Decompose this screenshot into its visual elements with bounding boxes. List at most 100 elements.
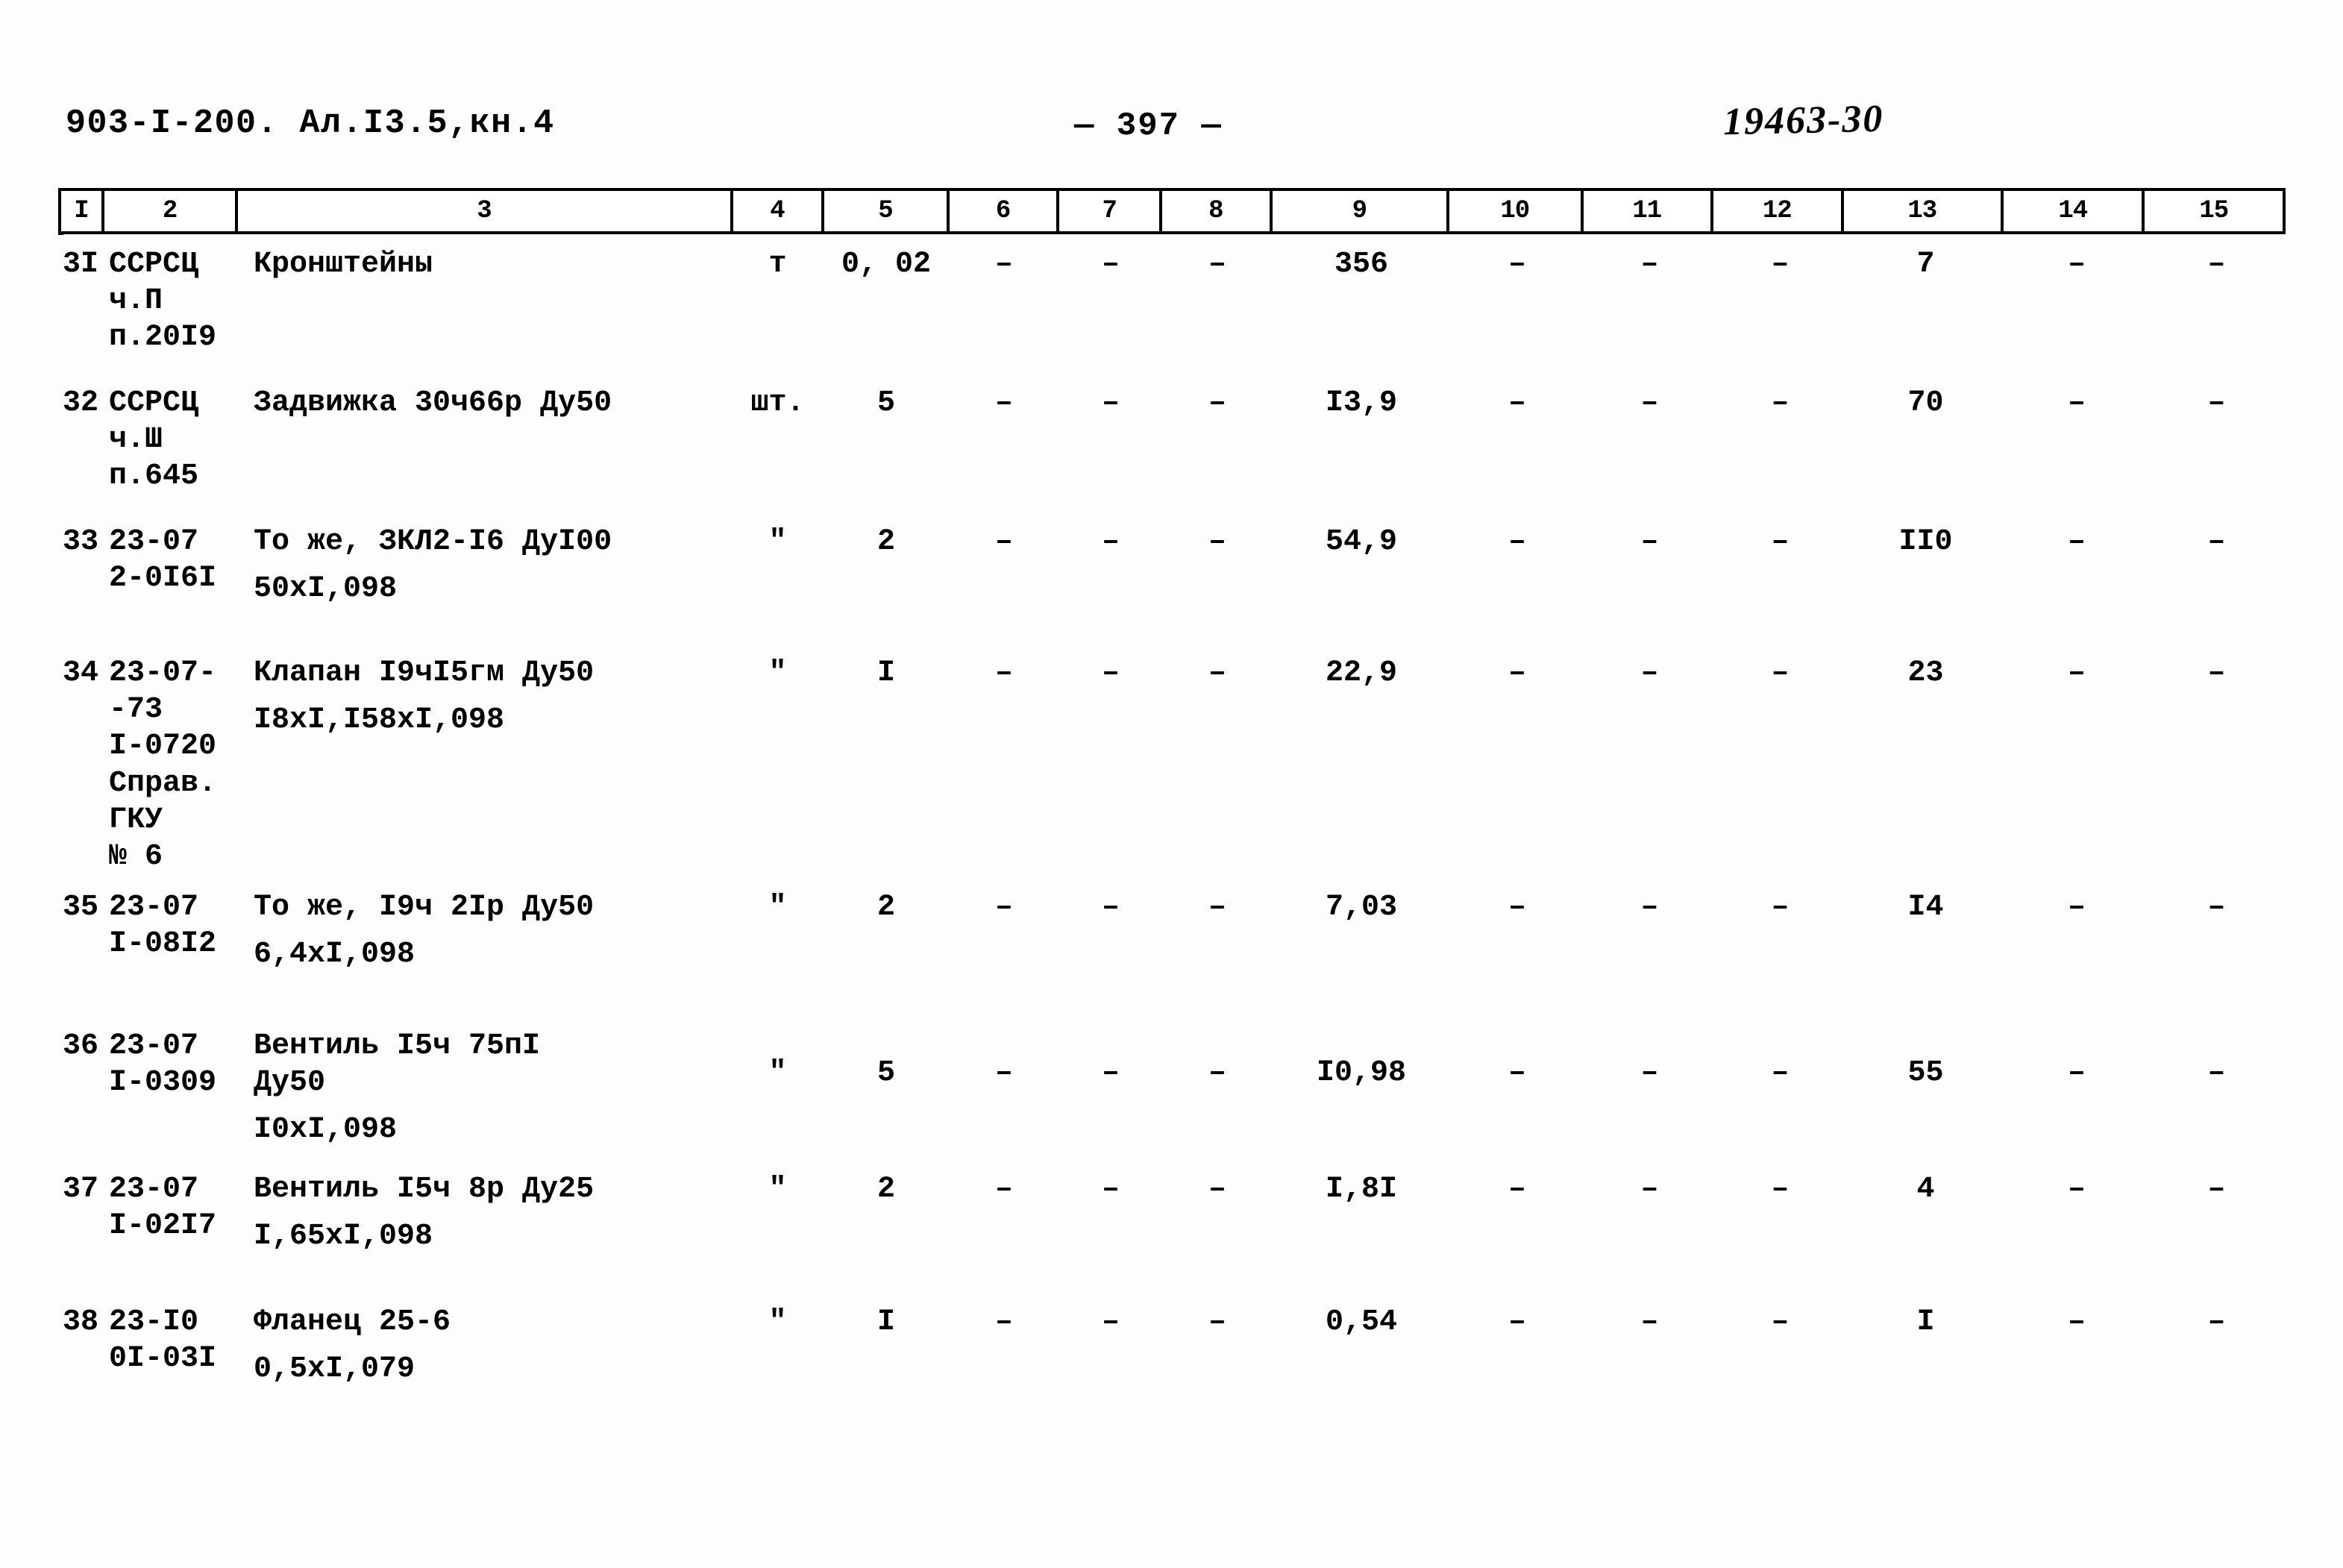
row-value-col12: – [1771,525,1790,559]
row-value-col6: – [994,1173,1013,1206]
row-value-col15: – [2207,1305,2226,1339]
row-value-col6: – [994,525,1013,559]
row-value-col13: 7 [1916,248,1935,281]
row-value-col9: 0,54 [1325,1305,1397,1339]
row-value-col6: – [994,1305,1013,1339]
row-unit-cell: " [768,1305,787,1339]
row-value-col11: – [1640,1173,1659,1206]
row-value-col12: – [1771,386,1790,420]
column-header-14: 14 [2004,191,2145,231]
column-header-1: I [61,191,104,231]
row-index-cell: 33 [63,525,99,559]
row-code-cell: ССРСЦ ч.П п.20I9 [109,248,217,355]
row-value-col7: – [1101,1305,1120,1339]
column-header-9: 9 [1273,191,1449,231]
row-value-col13: I4 [1907,891,1944,924]
row-value-col8: – [1208,891,1226,924]
row-value-col11: – [1640,656,1659,690]
row-value-col15: – [2207,386,2226,420]
table-column-header-row: I 2 3 4 5 6 7 8 9 10 11 12 13 14 15 [58,188,2286,234]
row-value-col9: 22,9 [1325,656,1397,690]
row-value-col15: – [2207,1173,2226,1206]
row-value-col13: 23 [1907,656,1944,690]
row-value-col13: I [1916,1305,1935,1339]
column-header-7: 7 [1059,191,1163,231]
row-unit-cell: шт. [750,386,805,420]
row-value-col10: – [1508,386,1526,420]
table-row: 36 23-07 I-0309 Вентиль I5ч 75пI Ду50 I0xI,… [58,1028,2286,1149]
column-header-8: 8 [1162,191,1273,231]
handwritten-stamp-number: 19463-30 [1722,97,1884,144]
row-value-col11: – [1640,1305,1659,1339]
row-description-cell: Вентиль I5ч 8р Ду25 I,65xI,098 [236,1171,732,1255]
row-value-col14: – [2067,248,2086,281]
row-value-col15: – [2207,891,2226,924]
column-header-13: 13 [1844,191,2004,231]
row-value-col11: – [1640,386,1659,420]
row-description-cell: То же, ЗКЛ2-I6 ДуI00 50xI,098 [236,524,732,607]
row-code-cell: 23-07- -73 I-0720 Справ. ГКУ № 6 [109,656,217,874]
description-line-2: I,65xI,098 [254,1220,433,1254]
row-value-col10: – [1508,656,1526,690]
row-unit-cell: " [768,891,787,924]
row-value-col9: I0,98 [1316,1056,1407,1090]
row-code-cell: ССРСЦ ч.Ш п.645 [109,386,199,494]
description-line-1: То же, I9ч 2Iр Ду50 [254,891,595,924]
row-unit-cell: " [768,1173,787,1206]
row-value-col13: II0 [1898,525,1953,559]
row-value-col13: 4 [1916,1173,1935,1206]
row-value-col7: – [1101,248,1120,281]
row-value-col10: – [1508,1173,1526,1206]
row-value-col14: – [2067,656,2086,690]
description-line-1: Вентиль I5ч 8р Ду25 [254,1173,595,1206]
row-value-col5: 2 [876,891,895,924]
table-row: 37 23-07 I-02I7 Вентиль I5ч 8р Ду25 I,65xI,… [58,1171,2286,1255]
row-description-cell: Задвижка 30ч66р Ду50 [236,385,732,421]
row-code-cell: 23-07 I-02I7 [109,1173,217,1244]
table-row: 33 23-07 2-0I6I То же, ЗКЛ2-I6 ДуI00 50xI,0… [58,524,2286,607]
row-value-col15: – [2207,525,2226,559]
row-value-col10: – [1508,891,1526,924]
row-index-cell: 36 [63,1029,99,1063]
row-unit-cell: т [768,248,787,281]
row-value-col10: – [1508,525,1526,559]
row-code-cell: 23-I0 0I-03I [109,1305,217,1376]
row-value-col5: I [876,1305,895,1339]
row-index-cell: 35 [63,891,99,924]
row-value-col5: 5 [876,1056,895,1090]
row-value-col6: – [994,1056,1013,1090]
row-value-col12: – [1771,1056,1790,1090]
row-value-col6: – [994,386,1013,420]
row-value-col7: – [1101,525,1120,559]
document-page: 903-I-200. Ал.I3.5,кн.4 — 397 — 19463-30… [0,0,2343,1568]
description-line-1: То же, ЗКЛ2-I6 ДуI00 [254,525,612,559]
column-header-5: 5 [824,191,950,231]
row-index-cell: 3I [63,248,99,281]
column-header-15: 15 [2199,197,2229,225]
row-index-cell: 37 [63,1173,99,1206]
row-value-col8: – [1208,1173,1226,1206]
row-value-col10: – [1508,1056,1526,1090]
row-value-col11: – [1640,891,1659,924]
row-value-col7: – [1101,1173,1120,1206]
row-code-cell: 23-07 I-0309 [109,1029,217,1100]
row-value-col12: – [1771,1173,1790,1206]
row-value-col11: – [1640,525,1659,559]
table-row: 3I ССРСЦ ч.П п.20I9 Кронштейны т 0, 02 – – – 356… [58,246,2286,357]
row-code-cell: 23-07 2-0I6I [109,525,217,596]
row-value-col9: 54,9 [1325,525,1397,559]
row-description-cell: То же, I9ч 2Iр Ду50 6,4xI,098 [236,889,732,973]
row-value-col14: – [2067,525,2086,559]
row-value-col9: I3,9 [1325,386,1397,420]
row-value-col14: – [2067,1173,2086,1206]
column-header-12: 12 [1713,191,1844,231]
row-unit-cell: " [768,525,787,559]
row-value-col7: – [1101,386,1120,420]
row-description-cell: Фланец 25-6 0,5xI,079 [236,1304,732,1387]
row-value-col15: – [2207,656,2226,690]
row-value-col8: – [1208,386,1226,420]
row-value-col5: 2 [876,525,895,559]
table-row: 38 23-I0 0I-03I Фланец 25-6 0,5xI,079 " I – – – 0… [58,1304,2286,1387]
row-description-cell: Клапан I9чI5гм Ду50 I8xI,I58xI,098 [236,655,732,738]
row-value-col12: – [1771,891,1790,924]
